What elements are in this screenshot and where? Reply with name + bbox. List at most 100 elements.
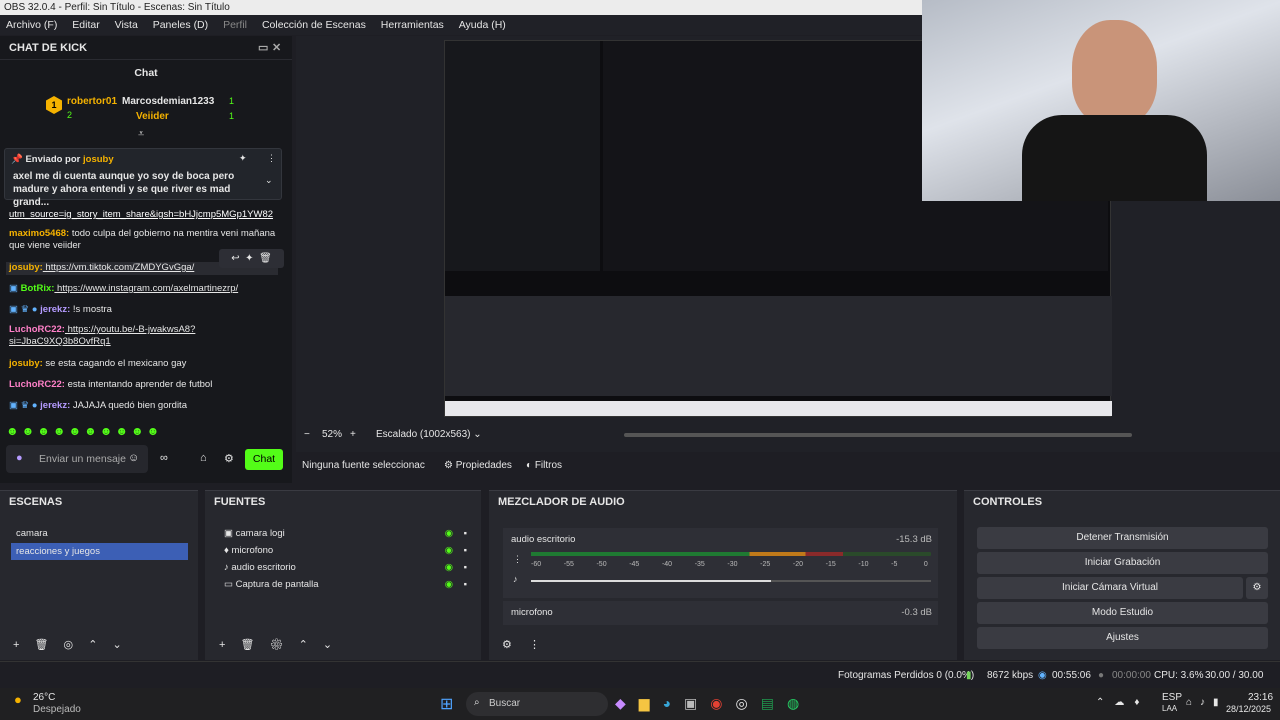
message-user[interactable]: maximo5468: — [9, 228, 69, 239]
menu-coleccion[interactable]: Colección de Escenas — [262, 19, 366, 31]
start-recording-button[interactable]: Iniciar Grabación — [977, 552, 1268, 574]
store-icon[interactable]: ▣ — [684, 695, 710, 711]
copilot-icon[interactable]: ◆ — [615, 695, 639, 711]
gear-icon[interactable]: ⚙ — [224, 452, 234, 465]
zoom-out-button[interactable]: − — [304, 427, 310, 443]
filters-button[interactable]: ◐ Filtros — [526, 455, 562, 477]
clock-time[interactable]: 23:16 — [1248, 692, 1273, 703]
up-icon[interactable]: ⌃ — [299, 639, 308, 651]
menu-herramientas[interactable]: Herramientas — [381, 19, 444, 31]
pin-icon[interactable]: ✦ — [239, 153, 247, 164]
menu-paneles[interactable]: Paneles (D) — [153, 19, 208, 31]
excel-icon[interactable]: ▤ — [761, 695, 787, 711]
folder-icon[interactable]: ▆ — [639, 695, 663, 711]
scale-select[interactable]: Escalado (1002x563) ⌄ — [376, 427, 482, 443]
emoji-icon[interactable]: ☺ — [128, 452, 139, 464]
obs-icon[interactable]: ◎ — [735, 695, 760, 711]
more-icon[interactable]: ⋮ — [267, 153, 276, 164]
scene-item[interactable]: camara — [11, 525, 188, 542]
delete-icon[interactable]: 🗑 — [241, 639, 255, 651]
system-icons[interactable]: ⌂♪▮ — [1186, 697, 1227, 708]
taskbar-search[interactable]: ⌕ Buscar — [466, 692, 608, 716]
windows-start-icon[interactable]: ⊞ — [440, 694, 453, 714]
expand-icon[interactable]: ⩡ — [138, 128, 144, 141]
gear-icon[interactable]: ⚙ — [270, 639, 284, 651]
message-user[interactable]: josuby: — [9, 358, 43, 369]
eye-icon[interactable]: ◉ — [445, 576, 453, 593]
lock-icon[interactable]: ▪ — [464, 525, 467, 542]
store-icon[interactable]: ⌂ — [200, 452, 207, 464]
chevron-down-icon[interactable]: ⌄ — [265, 175, 273, 186]
edge-icon[interactable]: ◕ — [663, 695, 684, 711]
scenes-dock: ESCENAS camara reacciones y juegos + 🗑 ◎… — [0, 490, 198, 660]
message-text[interactable]: https://vm.tiktok.com/ZMDYGvGga/ — [43, 262, 194, 273]
mic-icon[interactable]: ● — [16, 452, 23, 464]
source-label: camara logi — [235, 528, 285, 539]
properties-button[interactable]: ⚙ Propiedades — [444, 455, 512, 477]
whatsapp-icon[interactable]: ◍ — [787, 695, 812, 711]
chrome-icon[interactable]: ◉ — [710, 695, 735, 711]
lock-icon[interactable]: ▪ — [464, 559, 467, 576]
lock-icon[interactable]: ▪ — [464, 576, 467, 593]
settings-button[interactable]: Ajustes — [977, 627, 1268, 649]
pin-icon[interactable]: ✦ — [245, 253, 253, 264]
lock-icon[interactable]: ▪ — [464, 542, 467, 559]
chat-input[interactable]: ● Enviar un mensaje ☺ — [6, 445, 148, 473]
message-text[interactable]: https://www.instagram.com/axelmartinezrp… — [54, 283, 238, 294]
down-icon[interactable]: ⌄ — [323, 639, 332, 651]
eye-icon[interactable]: ◉ — [445, 542, 453, 559]
reply-icon[interactable]: ↩ — [231, 253, 239, 264]
emote-bar[interactable]: ☻☻☻☻☻☻☻☻☻☻ — [6, 424, 196, 440]
chat-send-button[interactable]: Chat — [245, 449, 283, 470]
search-label: Buscar — [489, 698, 521, 709]
start-virtual-camera-button[interactable]: Iniciar Cámara Virtual — [977, 577, 1243, 599]
scene-item-selected[interactable]: reacciones y juegos — [11, 543, 188, 560]
close-icon[interactable]: ✕ — [272, 36, 281, 60]
more-icon[interactable]: ⋮ — [513, 554, 522, 565]
menu-editar[interactable]: Editar — [72, 19, 99, 31]
delete-icon[interactable]: 🗑 — [35, 639, 49, 651]
chat-tab[interactable]: Chat — [0, 67, 292, 79]
message-user[interactable]: josuby: — [9, 262, 43, 273]
message-text[interactable]: utm_source=ig_story_item_share&igsh=bHJj… — [9, 209, 273, 220]
clock-date[interactable]: 28/12/2025 — [1226, 704, 1271, 714]
message-user[interactable]: jerekz: — [40, 304, 70, 315]
chat-message: LuchoRC22: esta intentando aprender de f… — [9, 379, 284, 391]
studio-mode-button[interactable]: Modo Estudio — [977, 602, 1268, 624]
add-icon[interactable]: + — [219, 639, 225, 651]
volume-slider[interactable] — [531, 580, 931, 582]
down-icon[interactable]: ⌄ — [112, 639, 121, 651]
source-item[interactable]: ♦ microfono ◉ ▪ — [219, 542, 469, 559]
nested-chat-preview — [445, 41, 600, 271]
speaker-icon[interactable]: ♪ — [513, 574, 518, 584]
menu-archivo[interactable]: Archivo (F) — [6, 19, 57, 31]
lang-2[interactable]: LAA — [1162, 704, 1177, 713]
menu-perfil[interactable]: Perfil — [223, 19, 247, 31]
menu-vista[interactable]: Vista — [115, 19, 138, 31]
tray-icons[interactable]: ⌃☁♦ — [1096, 697, 1149, 708]
message-user[interactable]: LuchoRC22: — [9, 379, 65, 390]
preview-scrollbar[interactable] — [624, 433, 1132, 437]
message-user[interactable]: BotRix: — [21, 283, 55, 294]
up-icon[interactable]: ⌃ — [88, 639, 97, 651]
eye-icon[interactable]: ◉ — [445, 525, 453, 542]
pinned-message[interactable]: 📌 Enviado por josuby axel me di cuenta a… — [4, 148, 282, 208]
menu-ayuda[interactable]: Ayuda (H) — [459, 19, 506, 31]
virtual-camera-settings-icon[interactable]: ⚙ — [1246, 577, 1268, 599]
message-user[interactable]: jerekz: — [40, 400, 70, 411]
link-icon[interactable]: ∞ — [160, 452, 168, 464]
add-icon[interactable]: + — [13, 639, 19, 651]
lang-1[interactable]: ESP — [1162, 692, 1182, 703]
more-icon[interactable]: ⋮ — [529, 639, 540, 651]
source-item[interactable]: ♪ audio escritorio ◉ ▪ — [219, 559, 469, 576]
float-icon[interactable]: ▭ — [258, 36, 268, 60]
stop-stream-button[interactable]: Detener Transmisión — [977, 527, 1268, 549]
delete-icon[interactable]: 🗑 — [259, 253, 272, 264]
filter-icon[interactable]: ◎ — [64, 639, 74, 651]
source-item[interactable]: ▭ Captura de pantalla ◉ ▪ — [219, 576, 469, 593]
gear-icon[interactable]: ⚙ — [502, 639, 512, 651]
eye-icon[interactable]: ◉ — [445, 559, 453, 576]
zoom-in-button[interactable]: + — [350, 427, 356, 443]
message-user[interactable]: LuchoRC22: — [9, 324, 65, 335]
source-item[interactable]: ▣ camara logi ◉ ▪ — [219, 525, 469, 542]
